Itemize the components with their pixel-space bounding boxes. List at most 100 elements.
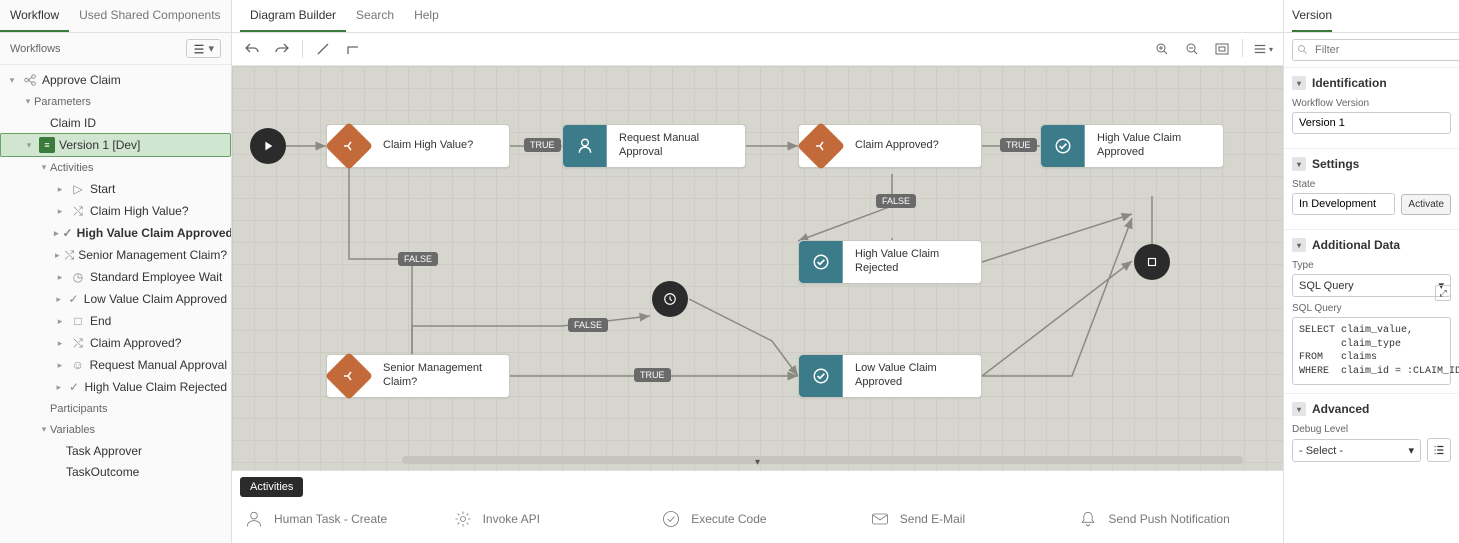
chevron-down-icon: ▾ (22, 96, 34, 107)
tree-end[interactable]: ▸□End (0, 310, 231, 332)
switch-icon (325, 122, 373, 170)
node-lvca[interactable]: Low Value Claim Approved (798, 354, 982, 398)
chevron-down-icon: ▾ (38, 162, 50, 173)
tree-participants[interactable]: Participants (0, 398, 231, 419)
tree-smc[interactable]: ▸⤭Senior Management Claim? (0, 244, 231, 266)
chevron-down-icon[interactable]: ▾ (1292, 157, 1306, 171)
horizontal-scrollbar[interactable] (402, 456, 1243, 464)
tree-sew[interactable]: ▸◷Standard Employee Wait (0, 266, 231, 288)
start-node[interactable] (250, 128, 286, 164)
section-additional-data: ▾Additional Data Type SQL Query▾ SQL Que… (1284, 230, 1459, 394)
wait-node[interactable] (652, 281, 688, 317)
expand-button[interactable]: ⤢ (1435, 285, 1451, 301)
undo-button[interactable] (242, 39, 262, 59)
check-icon (1041, 125, 1085, 167)
tab-shared-components[interactable]: Used Shared Components (69, 0, 230, 32)
tree-variables[interactable]: ▾Variables (0, 419, 231, 440)
tree-rma[interactable]: ▸☺Request Manual Approval (0, 354, 231, 376)
label-sql-query: SQL Query (1292, 303, 1451, 314)
node-hvcr[interactable]: High Value Claim Rejected (798, 240, 982, 284)
fit-button[interactable] (1212, 39, 1232, 59)
mail-icon (870, 509, 890, 529)
chevron-down-icon[interactable]: ▾ (1292, 76, 1306, 90)
line-tool-button[interactable] (313, 39, 333, 59)
palette-send-email[interactable]: Send E-Mail (862, 505, 1071, 533)
tree-claim-high-value[interactable]: ▸⤭Claim High Value? (0, 200, 231, 222)
sql-query-editor[interactable]: SELECT claim_value, claim_type FROM clai… (1292, 317, 1451, 385)
chevron-right-icon: ▸ (54, 294, 63, 305)
scroll-down-icon[interactable]: ▾ (755, 457, 760, 468)
tab-help[interactable]: Help (404, 0, 449, 32)
select-type[interactable]: SQL Query▾ (1292, 274, 1451, 297)
tab-diagram-builder[interactable]: Diagram Builder (240, 0, 346, 32)
tree-claim-approved[interactable]: ▸⤭Claim Approved? (0, 332, 231, 354)
tree-parameters[interactable]: ▾Parameters (0, 91, 231, 112)
activate-button[interactable]: Activate (1401, 194, 1451, 215)
select-debug-level[interactable]: - Select -▾ (1292, 439, 1421, 462)
node-claim-high-value[interactable]: Claim High Value? (326, 124, 510, 168)
tree-hvcr[interactable]: ▸✓High Value Claim Rejected (0, 376, 231, 398)
diagram-canvas[interactable]: Claim High Value? Request Manual Approva… (232, 66, 1283, 470)
edge-label-false: FALSE (398, 252, 438, 266)
check-circle-icon (661, 509, 681, 529)
zoom-in-button[interactable] (1152, 39, 1172, 59)
chevron-right-icon: ▸ (54, 338, 66, 349)
node-hvca[interactable]: High Value Claim Approved (1040, 124, 1224, 168)
tab-workflow[interactable]: Workflow (0, 0, 69, 32)
palette-execute-code[interactable]: Execute Code (653, 505, 862, 533)
left-panel: Workflow Used Shared Components Workflow… (0, 0, 232, 543)
palette-human-task[interactable]: Human Task - Create (236, 505, 445, 533)
tree-start[interactable]: ▸▷Start (0, 178, 231, 200)
tree-task-approver[interactable]: Task Approver (0, 440, 231, 461)
node-smc[interactable]: Senior Management Claim? (326, 354, 510, 398)
bell-icon (1078, 509, 1098, 529)
menu-button[interactable]: ▾ (1253, 39, 1273, 59)
switch-icon: ⤭ (70, 335, 86, 351)
section-identification: ▾Identification Workflow Version (1284, 68, 1459, 149)
edge-label-false: FALSE (876, 194, 916, 208)
user-icon (244, 509, 264, 529)
switch-icon (797, 122, 845, 170)
tree-hvca[interactable]: ▸✓High Value Claim Approved (0, 222, 231, 244)
diagram-toolbar: ▾ (232, 33, 1283, 66)
workflows-header: Workflows ▾ (0, 33, 231, 65)
zoom-out-button[interactable] (1182, 39, 1202, 59)
node-request-manual-approval[interactable]: Request Manual Approval (562, 124, 746, 168)
check-icon: ✓ (63, 225, 73, 241)
section-settings: ▾Settings State Activate (1284, 149, 1459, 230)
list-icon (193, 43, 205, 55)
chevron-right-icon: ▸ (54, 206, 66, 217)
workflow-tree: ▾Approve Claim ▾Parameters Claim ID ▾≡Ve… (0, 65, 231, 543)
filter-input[interactable] (1292, 39, 1459, 61)
tab-version[interactable]: Version (1292, 0, 1332, 32)
section-advanced: ▾Advanced Debug Level - Select -▾ (1284, 394, 1459, 476)
workflows-label: Workflows (10, 43, 61, 55)
elbow-tool-button[interactable] (343, 39, 363, 59)
end-node[interactable] (1134, 244, 1170, 280)
redo-button[interactable] (272, 39, 292, 59)
node-claim-approved[interactable]: Claim Approved? (798, 124, 982, 168)
chevron-down-icon[interactable]: ▾ (1292, 402, 1306, 416)
tab-search[interactable]: Search (346, 0, 404, 32)
center-tabs: Diagram Builder Search Help (232, 0, 1283, 33)
tree-version-1[interactable]: ▾≡Version 1 [Dev] (0, 133, 231, 157)
tree-task-outcome[interactable]: TaskOutcome (0, 461, 231, 482)
tree-claim-id[interactable]: Claim ID (0, 112, 231, 133)
tree-activities[interactable]: ▾Activities (0, 157, 231, 178)
clock-icon: ◷ (70, 269, 86, 285)
tree-lvca[interactable]: ▸✓Low Value Claim Approved (0, 288, 231, 310)
play-icon: ▷ (70, 181, 86, 197)
options-button[interactable] (1427, 438, 1451, 462)
palette-invoke-api[interactable]: Invoke API (445, 505, 654, 533)
check-icon: ✓ (67, 291, 79, 307)
input-workflow-version[interactable] (1292, 112, 1451, 134)
input-state[interactable] (1292, 193, 1395, 215)
user-icon: ☺ (70, 357, 86, 373)
center-panel: Diagram Builder Search Help ▾ (232, 0, 1283, 543)
palette-push-notification[interactable]: Send Push Notification (1070, 505, 1279, 533)
chevron-down-icon[interactable]: ▾ (1292, 238, 1306, 252)
tree-view-toggle[interactable]: ▾ (186, 39, 221, 58)
tree-approve-claim[interactable]: ▾Approve Claim (0, 69, 231, 91)
edge-label-true: TRUE (1000, 138, 1037, 152)
chevron-right-icon: ▸ (54, 360, 66, 371)
